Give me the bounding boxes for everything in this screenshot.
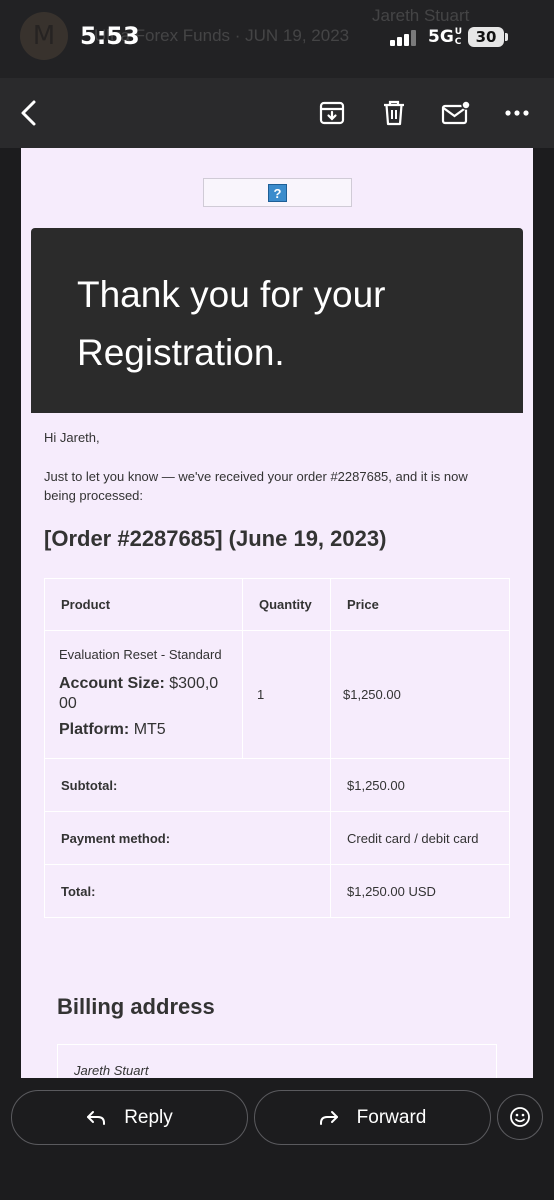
account-size: Account Size: $300,000 [59,675,219,712]
header-price: Price [330,578,510,631]
order-table: Product Quantity Price Evaluation Reset … [44,578,510,918]
hero-title: Thank you for your Registration. [77,274,386,373]
battery-icon: 30 [468,27,504,47]
archive-icon[interactable] [315,96,349,130]
quantity-cell: 1 [242,630,331,759]
total-row: Total: $1,250.00 USD [44,864,510,918]
emoji-reaction-button[interactable] [497,1094,543,1140]
order-heading: [Order #2287685] (June 19, 2023) [44,526,387,551]
mark-unread-icon[interactable] [439,96,473,130]
status-bar: M Ultra Forex Funds · JUN 19, 2023 Jaret… [0,0,554,78]
subtotal-row: Subtotal: $1,250.00 [44,758,510,812]
subtotal-label: Subtotal: [44,758,331,812]
sender-avatar: M [20,12,68,60]
back-arrow-icon[interactable] [12,96,46,130]
network-type: 5GUC [428,27,463,47]
forward-button[interactable]: Forward [254,1090,491,1145]
network-suffix: UC [454,27,463,47]
total-value: $1,250.00 USD [330,864,510,918]
total-label: Total: [44,864,331,918]
notification-ghost: M Ultra Forex Funds · JUN 19, 2023 [20,12,349,60]
intro-text: Just to let you know — we've received yo… [44,469,468,503]
subtotal-value: $1,250.00 [330,758,510,812]
battery-tip [505,33,508,41]
forward-label: Forward [356,1106,427,1128]
forward-icon [319,1110,339,1126]
hero-banner: Thank you for your Registration. [31,228,523,413]
reply-button[interactable]: Reply [11,1090,248,1145]
email-toolbar [0,78,554,148]
payment-label: Payment method: [44,811,331,865]
bottom-action-bar: Reply Forward [0,1078,554,1200]
billing-name: Jareth Stuart [74,1063,149,1078]
more-icon[interactable] [500,96,534,130]
table-row: Evaluation Reset - Standard Account Size… [44,630,510,759]
email-body: ? Thank you for your Registration. Hi Ja… [21,148,533,1078]
product-cell: Evaluation Reset - Standard Account Size… [44,630,243,759]
broken-image-placeholder: ? [203,178,352,207]
broken-image-icon: ? [268,184,287,202]
reply-label: Reply [124,1106,173,1128]
header-product: Product [44,578,243,631]
table-header-row: Product Quantity Price [44,578,510,631]
billing-heading: Billing address [57,994,215,1019]
payment-row: Payment method: Credit card / debit card [44,811,510,865]
platform: Platform: MT5 [59,721,166,738]
reply-icon [86,1110,106,1126]
price-cell: $1,250.00 [330,630,510,759]
trash-icon[interactable] [377,96,411,130]
signal-strength-icon [390,30,418,46]
clock: 5:53 [80,22,140,50]
header-quantity: Quantity [242,578,331,631]
smiley-icon [510,1107,530,1127]
notification-recipient: Jareth Stuart [372,6,470,25]
product-name: Evaluation Reset - Standard [59,647,222,662]
billing-address-box: Jareth Stuart [57,1044,497,1078]
payment-value: Credit card / debit card [330,811,510,865]
greeting: Hi Jareth, [44,430,100,445]
